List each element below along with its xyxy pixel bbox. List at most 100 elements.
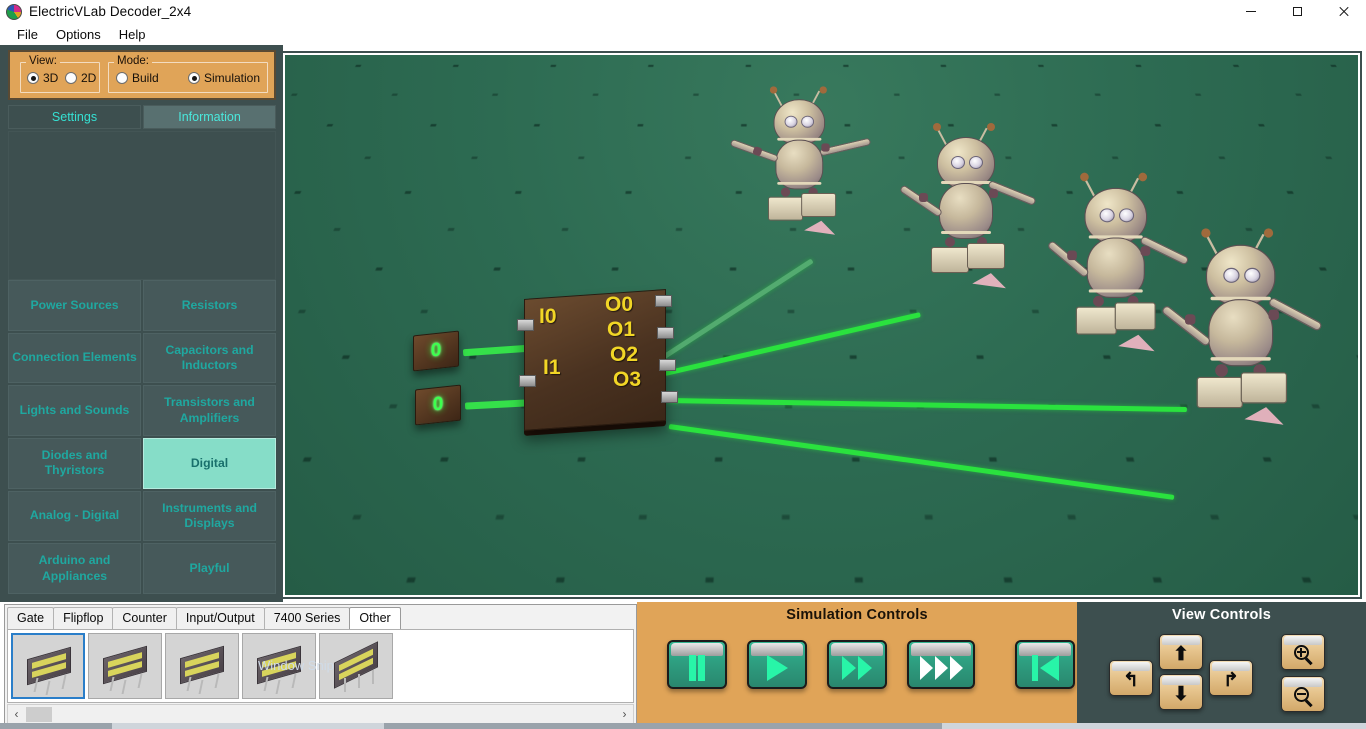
menu-item-options[interactable]: Options [47,25,110,44]
very-fast-forward-button[interactable] [907,640,975,689]
category-resistors[interactable]: Resistors [143,280,276,331]
palette-tab-strip: Gate Flipflop Counter Input/Output 7400 … [7,607,401,629]
palette-tab-gate[interactable]: Gate [7,607,55,629]
restart-button[interactable] [1015,640,1075,689]
robot-eye-left [951,156,965,169]
palette-tab-counter[interactable]: Counter [112,607,177,629]
pause-button[interactable] [667,640,727,689]
triple-forward-icon [919,655,963,680]
robot-elbow-right [1268,309,1279,320]
category-instruments-and-displays[interactable]: Instruments and Displays [143,490,276,542]
palette-thumb-3[interactable] [165,633,239,699]
chip-pin-o3 [661,391,678,403]
robot-antenna-ball-right [987,123,995,131]
palette-tab-input-output[interactable]: Input/Output [175,607,265,629]
category-arduino-and-appliances[interactable]: Arduino and Appliances [8,543,141,594]
robot-antenna-ball-left [933,123,941,131]
palette-tab-other[interactable]: Other [349,607,401,629]
mode-option-build[interactable]: Build [116,71,159,85]
maximize-button[interactable] [1274,0,1320,23]
skip-back-icon [1031,654,1059,681]
palette-horizontal-scrollbar[interactable]: ‹ › [7,704,634,724]
rotate-left-button[interactable]: ↰ [1109,660,1153,696]
chip-label-o3: O3 [613,368,642,391]
dip-leg [198,680,204,694]
viewport-frame: 0 0 I0 I1 O0 O1 O2 O3 [281,51,1362,599]
radio-build-icon [116,72,128,84]
robot-waist-band [1210,357,1271,361]
fast-forward-button[interactable] [827,640,887,689]
globe-icon [6,3,22,20]
zoom-out-button[interactable] [1281,676,1325,712]
category-connection-elements[interactable]: Connection Elements [8,332,141,384]
pause-icon [689,654,705,681]
category-power-sources[interactable]: Power Sources [8,280,141,331]
magnifier-plus-icon [1293,644,1313,665]
palette-thumb-1[interactable] [11,633,85,699]
pan-down-button[interactable]: ⬇ [1159,674,1203,710]
category-playful[interactable]: Playful [143,543,276,594]
robot-elbow-left [919,193,928,202]
robot-eye-left [1223,267,1240,283]
view-option-3d[interactable]: 3D [27,71,58,85]
scrollbar-thumb[interactable] [26,706,52,722]
menu-item-file[interactable]: File [8,25,47,44]
information-content-area [8,131,276,280]
view-fieldset: View: 3D 2D [20,55,100,93]
minimize-button[interactable] [1228,0,1274,23]
input-switch-i1[interactable]: 0 [415,384,461,426]
robot-foot-left [1196,376,1243,409]
radio-simulation-icon [188,72,200,84]
menu-bar: File Options Help [0,23,1366,45]
pan-up-button[interactable]: ⬆ [1159,634,1203,670]
view-option-2d[interactable]: 2D [65,71,96,85]
input-switch-i0[interactable]: 0 [413,330,459,372]
dip-leg [137,674,143,688]
window-title: ElectricVLab Decoder_2x4 [29,4,192,19]
palette-thumb-4[interactable] [242,633,316,699]
tab-information[interactable]: Information [143,105,276,129]
scroll-left-icon[interactable]: ‹ [8,705,25,723]
robot-foot-left [768,196,803,221]
palette-tab-flipflop[interactable]: Flipflop [53,607,114,629]
robot-foot-right [1240,372,1288,404]
dip-leg [372,670,374,684]
palette-tab-7400-series[interactable]: 7400 Series [263,607,351,629]
robot-foot-right [801,193,837,217]
robot-antenna-ball-left [769,86,778,94]
robot-eye-right [1119,208,1135,223]
robot-waist-band [941,231,991,234]
menu-item-help[interactable]: Help [110,25,155,44]
zoom-in-button[interactable] [1281,634,1325,670]
simulation-viewport-3d[interactable]: 0 0 I0 I1 O0 O1 O2 O3 [283,53,1360,597]
palette-thumb-5[interactable] [319,633,393,699]
view-controls-panel: View Controls ↰ ⬆ ⬇ ↱ [1077,602,1366,723]
category-analog-digital[interactable]: Analog - Digital [8,490,141,542]
mode-option-simulation[interactable]: Simulation [188,71,260,85]
robot-antenna-ball-right [1263,228,1274,238]
dip-leg [121,680,127,694]
category-digital[interactable]: Digital [143,438,276,489]
rotate-right-button[interactable]: ↱ [1209,660,1253,696]
application-window: ElectricVLab Decoder_2x4 File Options He… [0,0,1366,729]
robot-eye-right [801,115,815,128]
robot-elbow-left [1185,314,1196,325]
close-button[interactable] [1320,0,1366,23]
dip-leg [45,681,51,695]
view-legend: View: [26,55,60,67]
category-grid: Power Sources Resistors Connection Eleme… [8,280,276,594]
category-diodes-and-thyristors[interactable]: Diodes and Thyristors [8,438,141,489]
scroll-right-icon[interactable]: › [616,705,633,723]
category-lights-and-sounds[interactable]: Lights and Sounds [8,385,141,436]
tab-settings[interactable]: Settings [8,105,141,129]
play-button[interactable] [747,640,807,689]
arrow-down-icon: ⬇ [1173,683,1189,705]
robot-hip-left [1215,364,1228,377]
robot-foot-left [931,247,969,273]
input-switch-i1-value: 0 [432,393,444,416]
rotate-right-icon: ↱ [1223,669,1239,691]
category-transistors-and-amplifiers[interactable]: Transistors and Amplifiers [143,385,276,436]
category-capacitors-and-inductors[interactable]: Capacitors and Inductors [143,332,276,384]
palette-thumb-2[interactable] [88,633,162,699]
robot-hip-left [945,237,955,247]
